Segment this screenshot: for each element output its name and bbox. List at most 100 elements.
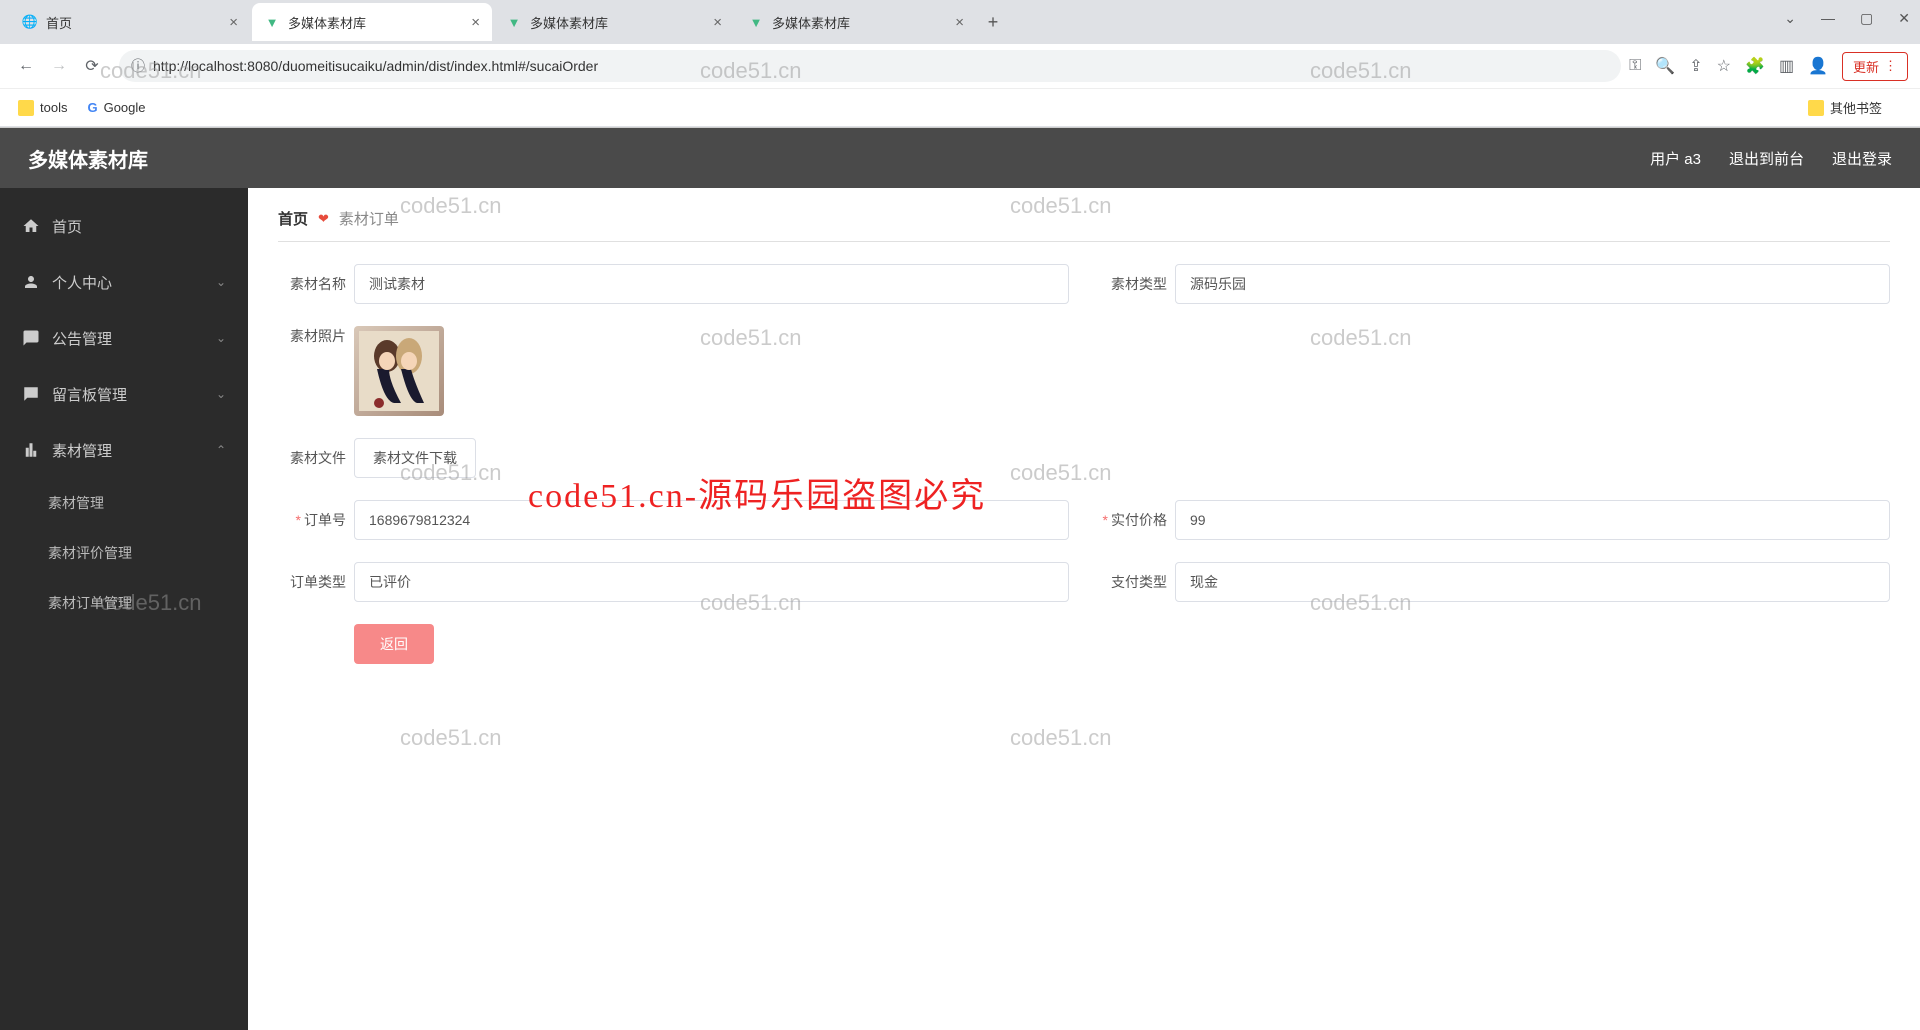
side-panel-icon[interactable]: ▥ bbox=[1779, 56, 1794, 76]
main-content: 首页 ❤ 素材订单 素材名称 素材类型 素材照片 bbox=[248, 188, 1920, 1030]
sidebar-item-label: 留言板管理 bbox=[52, 384, 127, 405]
order-no-label: 订单号 bbox=[278, 510, 346, 530]
home-icon bbox=[22, 217, 40, 235]
key-icon[interactable]: ⚿ bbox=[1629, 57, 1641, 75]
heart-icon: ❤ bbox=[318, 211, 329, 227]
tab-close-icon[interactable]: × bbox=[229, 14, 238, 31]
sidebar-sub-material-order[interactable]: 素材订单管理 bbox=[0, 578, 248, 628]
sidebar-item-label: 公告管理 bbox=[52, 328, 112, 349]
folder-icon bbox=[1808, 100, 1824, 116]
tab-close-icon[interactable]: × bbox=[955, 14, 964, 31]
tab-title: 首页 bbox=[46, 13, 221, 32]
sidebar-item-announce[interactable]: 公告管理 ⌄ bbox=[0, 310, 248, 366]
folder-icon bbox=[18, 100, 34, 116]
browser-tab-3[interactable]: ▼ 多媒体素材库 × bbox=[736, 3, 976, 41]
announce-icon bbox=[22, 329, 40, 347]
sidebar-item-material[interactable]: 素材管理 ⌃ bbox=[0, 422, 248, 478]
chevron-up-icon: ⌃ bbox=[216, 443, 226, 457]
material-type-field[interactable] bbox=[1175, 264, 1890, 304]
chevron-down-icon[interactable]: ⌄ bbox=[1784, 10, 1796, 27]
vue-icon: ▼ bbox=[748, 14, 764, 30]
breadcrumb-home[interactable]: 首页 bbox=[278, 208, 308, 229]
url-text: http://localhost:8080/duomeitisucaiku/ad… bbox=[153, 58, 598, 74]
header-right: 用户 a3 退出到前台 退出登录 bbox=[1650, 148, 1892, 169]
info-icon: ⓘ bbox=[131, 56, 145, 76]
material-file-label: 素材文件 bbox=[278, 448, 346, 468]
logout-link[interactable]: 退出登录 bbox=[1832, 148, 1892, 169]
other-bookmarks[interactable]: 其他书签 bbox=[1808, 98, 1882, 117]
vue-icon: ▼ bbox=[506, 14, 522, 30]
address-bar: ← → ⟳ ⓘ http://localhost:8080/duomeitisu… bbox=[0, 44, 1920, 88]
app-title: 多媒体素材库 bbox=[28, 144, 148, 173]
order-type-field[interactable] bbox=[354, 562, 1069, 602]
bookmarks-bar: tools G Google 其他书签 bbox=[0, 88, 1920, 126]
tab-bar: 🌐 首页 × ▼ 多媒体素材库 × ▼ 多媒体素材库 × ▼ 多媒体素材库 × … bbox=[0, 0, 1920, 44]
sidebar-item-personal[interactable]: 个人中心 ⌄ bbox=[0, 254, 248, 310]
back-button[interactable]: ← bbox=[12, 52, 40, 80]
sidebar-sub-material-review[interactable]: 素材评价管理 bbox=[0, 528, 248, 578]
vue-icon: ▼ bbox=[264, 14, 280, 30]
sidebar-item-label: 素材管理 bbox=[52, 440, 112, 461]
sidebar-item-home[interactable]: 首页 bbox=[0, 198, 248, 254]
logout-front-link[interactable]: 退出到前台 bbox=[1729, 148, 1804, 169]
material-name-label: 素材名称 bbox=[278, 274, 346, 294]
sidebar-sub-material-manage[interactable]: 素材管理 bbox=[0, 478, 248, 528]
material-name-field[interactable] bbox=[354, 264, 1069, 304]
material-photo-thumbnail[interactable] bbox=[354, 326, 444, 416]
app-container: 多媒体素材库 用户 a3 退出到前台 退出登录 首页 个人中心 ⌄ 公告管理 ⌄ bbox=[0, 128, 1920, 1030]
browser-tab-1[interactable]: ▼ 多媒体素材库 × bbox=[252, 3, 492, 41]
star-icon[interactable]: ☆ bbox=[1717, 56, 1731, 76]
pay-type-field[interactable] bbox=[1175, 562, 1890, 602]
app-body: 首页 个人中心 ⌄ 公告管理 ⌄ 留言板管理 ⌄ 素材管理 ⌃ bbox=[0, 188, 1920, 1030]
user-icon bbox=[22, 273, 40, 291]
zoom-icon[interactable]: 🔍 bbox=[1655, 56, 1675, 76]
share-icon[interactable]: ⇪ bbox=[1689, 56, 1702, 76]
update-button[interactable]: 更新 ⋮ bbox=[1842, 52, 1908, 81]
chevron-down-icon: ⌄ bbox=[216, 387, 226, 401]
material-file-download-button[interactable]: 素材文件下载 bbox=[354, 438, 476, 478]
minimize-icon[interactable]: — bbox=[1821, 10, 1835, 27]
bookmark-google[interactable]: G Google bbox=[87, 100, 145, 115]
actual-price-field[interactable] bbox=[1175, 500, 1890, 540]
browser-tab-0[interactable]: 🌐 首页 × bbox=[10, 3, 250, 41]
material-photo-label: 素材照片 bbox=[278, 326, 346, 346]
tab-title: 多媒体素材库 bbox=[530, 13, 705, 32]
chart-icon bbox=[22, 441, 40, 459]
browser-chrome: 🌐 首页 × ▼ 多媒体素材库 × ▼ 多媒体素材库 × ▼ 多媒体素材库 × … bbox=[0, 0, 1920, 128]
actual-price-label: 实付价格 bbox=[1099, 510, 1167, 530]
reload-button[interactable]: ⟳ bbox=[78, 52, 106, 80]
forward-button[interactable]: → bbox=[45, 52, 73, 80]
new-tab-button[interactable]: + bbox=[978, 12, 1008, 33]
url-input[interactable]: ⓘ http://localhost:8080/duomeitisucaiku/… bbox=[119, 50, 1621, 82]
tab-close-icon[interactable]: × bbox=[713, 14, 722, 31]
globe-icon: 🌐 bbox=[22, 14, 38, 30]
chevron-down-icon: ⌄ bbox=[216, 331, 226, 345]
chevron-down-icon: ⌄ bbox=[216, 275, 226, 289]
divider bbox=[278, 241, 1890, 242]
anime-photo-icon bbox=[359, 331, 439, 411]
close-icon[interactable]: ✕ bbox=[1898, 10, 1910, 27]
tab-close-icon[interactable]: × bbox=[471, 14, 480, 31]
google-icon: G bbox=[87, 100, 97, 115]
material-type-label: 素材类型 bbox=[1099, 274, 1167, 294]
tab-title: 多媒体素材库 bbox=[288, 13, 463, 32]
sidebar-item-message-board[interactable]: 留言板管理 ⌄ bbox=[0, 366, 248, 422]
breadcrumb: 首页 ❤ 素材订单 bbox=[278, 208, 1890, 229]
bookmark-tools[interactable]: tools bbox=[18, 100, 67, 116]
back-button[interactable]: 返回 bbox=[354, 624, 434, 664]
puzzle-icon[interactable]: 🧩 bbox=[1745, 56, 1765, 76]
maximize-icon[interactable]: ▢ bbox=[1860, 10, 1873, 27]
user-label[interactable]: 用户 a3 bbox=[1650, 148, 1701, 169]
window-controls: ⌄ — ▢ ✕ bbox=[1784, 10, 1910, 27]
profile-icon[interactable]: 👤 bbox=[1808, 56, 1828, 76]
order-type-label: 订单类型 bbox=[278, 572, 346, 592]
sidebar-item-label: 个人中心 bbox=[52, 272, 112, 293]
sidebar-item-label: 首页 bbox=[52, 216, 82, 237]
order-no-field[interactable] bbox=[354, 500, 1069, 540]
breadcrumb-current: 素材订单 bbox=[339, 208, 399, 229]
tab-title: 多媒体素材库 bbox=[772, 13, 947, 32]
board-icon bbox=[22, 385, 40, 403]
pay-type-label: 支付类型 bbox=[1099, 572, 1167, 592]
sidebar: 首页 个人中心 ⌄ 公告管理 ⌄ 留言板管理 ⌄ 素材管理 ⌃ bbox=[0, 188, 248, 1030]
browser-tab-2[interactable]: ▼ 多媒体素材库 × bbox=[494, 3, 734, 41]
